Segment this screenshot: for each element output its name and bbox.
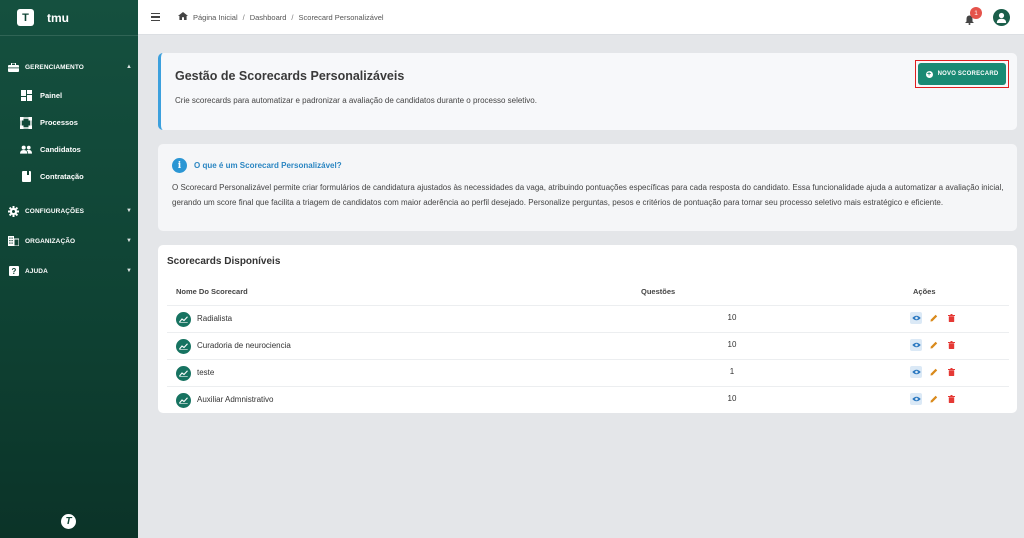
column-header-questions: Questões [641, 287, 676, 296]
pencil-icon[interactable] [928, 393, 940, 405]
process-icon [20, 116, 32, 129]
trash-icon[interactable] [945, 393, 957, 405]
breadcrumb-separator: / [291, 12, 294, 22]
sidebar-item-label: Processos [40, 118, 78, 127]
svg-text:?: ? [11, 267, 16, 276]
scorecard-questions: 10 [727, 313, 737, 322]
column-header-actions: Ações [913, 287, 936, 296]
chart-line-icon [176, 393, 191, 408]
briefcase-icon [8, 62, 19, 73]
new-scorecard-button[interactable]: + NOVO SCORECARD [918, 63, 1006, 85]
scorecard-name: Auxiliar Admnistrativo [197, 395, 274, 404]
sidebar-menu: GERENCIAMENTO ▲ Painel Processos Candida… [0, 52, 138, 286]
brand[interactable]: T tmu [0, 0, 138, 36]
sidebar-item-label: Candidatos [40, 145, 81, 154]
breadcrumb-separator: / [242, 12, 245, 22]
list-title: Scorecards Disponíveis [167, 256, 281, 267]
chevron-down-icon: ▼ [126, 208, 132, 214]
table-row[interactable]: teste 1 [167, 359, 1009, 386]
column-header-name: Nome Do Scorecard [176, 287, 248, 296]
new-scorecard-highlight: + NOVO SCORECARD [915, 60, 1009, 88]
scorecard-questions: 1 [729, 367, 735, 376]
sidebar-item-processos[interactable]: Processos [0, 109, 138, 136]
eye-icon[interactable] [910, 393, 922, 405]
scorecard-name: Curadoria de neurociencia [197, 341, 291, 350]
sidebar-section-label: CONFIGURAÇÕES [25, 207, 85, 215]
page-description: Crie scorecards para automatizar e padro… [175, 96, 537, 105]
plus-circle-icon: + [925, 70, 933, 78]
new-scorecard-label: NOVO SCORECARD [937, 71, 999, 77]
eye-icon[interactable] [910, 366, 922, 378]
breadcrumb-dashboard[interactable]: Dashboard [250, 13, 287, 22]
sidebar-section-label: ORGANIZAÇÃO [25, 237, 76, 245]
chart-line-icon [176, 366, 191, 381]
brand-name: tmu [47, 10, 69, 25]
table-row[interactable]: Curadoria de neurociencia 10 [167, 332, 1009, 359]
sidebar-section-configuracoes[interactable]: CONFIGURAÇÕES ▼ [0, 196, 138, 226]
eye-icon[interactable] [910, 312, 922, 324]
topbar: Página Inicial / Dashboard / Scorecard P… [138, 0, 1024, 35]
header-card: Gestão de Scorecards Personalizáveis Cri… [158, 53, 1017, 130]
info-card: i O que é um Scorecard Personalizável? O… [158, 144, 1017, 231]
scorecards-card: Scorecards Disponíveis Nome Do Scorecard… [158, 245, 1017, 413]
table-row[interactable]: Radialista 10 [167, 305, 1009, 332]
notification-badge: 1 [970, 7, 982, 19]
scorecard-name: teste [197, 368, 215, 377]
table-row[interactable]: Auxiliar Admnistrativo 10 [167, 386, 1009, 413]
sidebar-item-label: Painel [40, 91, 63, 100]
chevron-down-icon: ▼ [126, 238, 132, 244]
info-icon: i [172, 158, 187, 173]
scorecard-questions: 10 [727, 340, 737, 349]
pencil-icon[interactable] [928, 366, 940, 378]
sidebar-item-painel[interactable]: Painel [0, 82, 138, 109]
chevron-down-icon: ▼ [126, 268, 132, 274]
trash-icon[interactable] [945, 312, 957, 324]
info-title: O que é um Scorecard Personalizável? [194, 161, 342, 170]
sidebar-section-label: AJUDA [25, 267, 48, 275]
building-icon [8, 236, 19, 247]
breadcrumb: Página Inicial / Dashboard / Scorecard P… [178, 12, 384, 22]
chart-line-icon [176, 312, 191, 327]
pencil-icon[interactable] [928, 312, 940, 324]
breadcrumb-current: Scorecard Personalizável [298, 12, 384, 22]
page-title: Gestão de Scorecards Personalizáveis [175, 69, 405, 83]
pencil-icon[interactable] [928, 339, 940, 351]
sidebar-section-label: GERENCIAMENTO [25, 63, 84, 71]
people-icon [20, 144, 32, 156]
chart-line-icon [176, 339, 191, 354]
footer-logo: T [61, 514, 76, 529]
info-text: O Scorecard Personalizável permite criar… [172, 183, 1004, 207]
sidebar-item-candidatos[interactable]: Candidatos [0, 136, 138, 163]
help-icon: ? [8, 266, 19, 277]
dashboard-icon [20, 90, 32, 102]
breadcrumb-home[interactable]: Página Inicial [193, 13, 238, 22]
chevron-up-icon: ▲ [126, 64, 132, 70]
sidebar-item-label: Contratação [40, 172, 84, 181]
scorecard-name: Radialista [197, 314, 233, 323]
home-icon[interactable] [178, 12, 188, 22]
avatar[interactable] [993, 9, 1010, 26]
eye-icon[interactable] [910, 339, 922, 351]
sidebar: T tmu GERENCIAMENTO ▲ Painel Processos C… [0, 0, 138, 538]
contract-icon [20, 171, 32, 183]
trash-icon[interactable] [945, 339, 957, 351]
scorecard-questions: 10 [727, 394, 737, 403]
sidebar-section-ajuda[interactable]: ? AJUDA ▼ [0, 256, 138, 286]
brand-logo: T [17, 9, 34, 26]
trash-icon[interactable] [945, 366, 957, 378]
menu-toggle-icon[interactable] [151, 12, 160, 22]
sidebar-section-organizacao[interactable]: ORGANIZAÇÃO ▼ [0, 226, 138, 256]
gear-icon [8, 205, 19, 217]
sidebar-item-contratacao[interactable]: Contratação [0, 163, 138, 190]
sidebar-section-gerenciamento[interactable]: GERENCIAMENTO ▲ [0, 52, 138, 82]
